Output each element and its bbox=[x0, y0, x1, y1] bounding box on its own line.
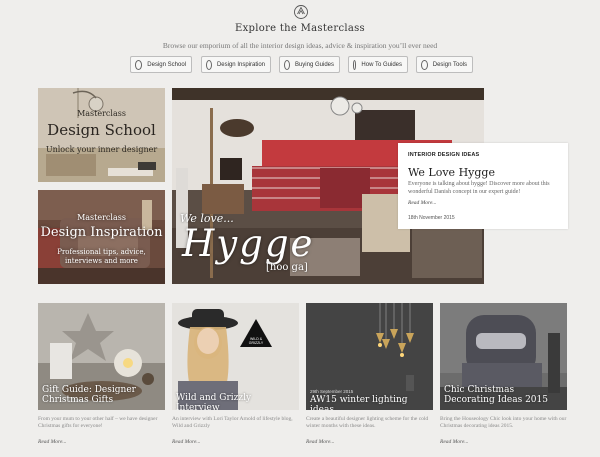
page-tagline: Browse our emporium of all the interior … bbox=[162, 41, 438, 50]
hero-overlay-title: Hygge bbox=[182, 222, 315, 265]
graduation-icon bbox=[135, 59, 143, 70]
post-read-more-link[interactable]: Read More... bbox=[306, 439, 335, 445]
tile-subtitle: Unlock your inner designer bbox=[45, 145, 158, 154]
post-title[interactable]: Wild and Grizzly Interview bbox=[176, 393, 296, 410]
feature-card-description: Everyone is talking about hygge! Discove… bbox=[408, 181, 550, 195]
tile-subtitle: Professional tips, advice, interviews an… bbox=[57, 248, 146, 265]
post-title[interactable]: AW15 winter lighting ideas bbox=[310, 395, 432, 410]
nav-design-tools-button[interactable]: Design Tools bbox=[416, 56, 473, 73]
post-read-more-link[interactable]: Read More... bbox=[38, 439, 67, 445]
tile-kicker: Masterclass bbox=[77, 213, 126, 222]
nav-label: Buying Guides bbox=[294, 61, 334, 68]
tile-kicker: Masterclass bbox=[77, 109, 126, 118]
feature-card-label: INTERIOR DESIGN IDEAS bbox=[408, 152, 480, 158]
compass-logo-icon[interactable] bbox=[293, 4, 309, 20]
feature-card-date: 18th November 2015 bbox=[408, 215, 455, 221]
tile-title: Design School bbox=[47, 121, 156, 139]
feature-card[interactable]: INTERIOR DESIGN IDEAS We Love Hygge Ever… bbox=[398, 143, 568, 229]
nav-design-school-button[interactable]: Design School bbox=[130, 56, 192, 73]
nav-buying-guides-button[interactable]: Buying Guides bbox=[279, 56, 340, 73]
nav-label: Design School bbox=[147, 61, 186, 68]
nav-design-inspiration-button[interactable]: Design Inspiration bbox=[201, 56, 271, 73]
post-title[interactable]: Gift Guide: Designer Christmas Gifts bbox=[42, 385, 162, 405]
wild-grizzly-badge: WILD & GRIZZLY bbox=[248, 337, 264, 345]
tools-icon bbox=[353, 59, 357, 70]
post-description: Create a beautiful designer lighting sch… bbox=[306, 416, 429, 429]
nav-label: Design Tools bbox=[432, 61, 467, 68]
design-school-tile[interactable]: Masterclass Design School Unlock your in… bbox=[38, 88, 165, 182]
post-read-more-link[interactable]: Read More... bbox=[440, 439, 469, 445]
tile-title: Design Inspiration bbox=[40, 225, 163, 240]
tag-icon bbox=[284, 59, 290, 70]
post-read-more-link[interactable]: Read More... bbox=[172, 439, 201, 445]
post-title[interactable]: Chic Christmas Decorating Ideas 2015 bbox=[444, 385, 566, 405]
post-card-chic-christmas[interactable]: Chic Christmas Decorating Ideas 2015 bbox=[440, 303, 567, 410]
post-description: An interview with Lori Taylor Arnold of … bbox=[172, 416, 293, 429]
nav-label: Design Inspiration bbox=[216, 61, 265, 68]
palette-icon bbox=[421, 59, 428, 70]
page-title: Explore the Masterclass bbox=[235, 23, 365, 34]
lightbulb-icon bbox=[206, 59, 212, 70]
feature-card-title[interactable]: We Love Hygge bbox=[408, 166, 495, 179]
design-inspiration-tile[interactable]: Masterclass Design Inspiration Professio… bbox=[38, 190, 165, 284]
post-date: 29th September 2015 bbox=[310, 389, 354, 394]
post-description: Bring the Houseology Chic look into your… bbox=[440, 416, 567, 429]
nav-label: How To Guides bbox=[361, 61, 402, 68]
post-description: From your mum to your other half – we ha… bbox=[38, 416, 158, 429]
post-card-wild-grizzly[interactable]: WILD & GRIZZLY Wild and Grizzly Intervie… bbox=[172, 303, 299, 410]
hero-overlay-phonetic: [hoo ga] bbox=[266, 262, 308, 273]
post-card-winter-lighting[interactable]: 29th September 2015 AW15 winter lighting… bbox=[306, 303, 433, 410]
post-card-gift-guide[interactable]: Gift Guide: Designer Christmas Gifts bbox=[38, 303, 165, 410]
nav-how-to-guides-button[interactable]: How To Guides bbox=[348, 56, 408, 73]
feature-card-read-more-link[interactable]: Read More... bbox=[408, 200, 437, 206]
